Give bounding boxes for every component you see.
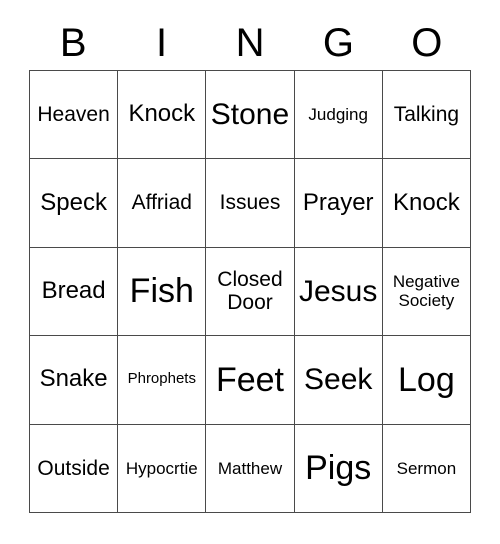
header-letter-o: O bbox=[411, 21, 443, 65]
bingo-cell[interactable]: Heaven bbox=[30, 71, 119, 160]
bingo-cell[interactable]: Matthew bbox=[206, 424, 295, 513]
header-letter-n: N bbox=[235, 21, 265, 65]
bingo-cell[interactable]: Bread bbox=[30, 247, 119, 337]
bingo-cell[interactable]: Issues bbox=[206, 159, 295, 248]
bingo-cell[interactable]: Speck bbox=[30, 159, 119, 248]
header-letter-i: I bbox=[156, 21, 168, 65]
bingo-cell[interactable]: Knock bbox=[382, 159, 471, 248]
bingo-cell[interactable]: Phrophets bbox=[118, 336, 207, 425]
bingo-cell[interactable]: Feet bbox=[206, 336, 295, 425]
bingo-header: B I N G O bbox=[29, 16, 471, 70]
bingo-cell[interactable]: Judging bbox=[294, 71, 383, 160]
bingo-cell[interactable]: Log bbox=[382, 336, 471, 425]
header-letter-b: B bbox=[59, 21, 87, 65]
bingo-cell[interactable]: Sermon bbox=[382, 424, 471, 513]
bingo-cell[interactable]: Affriad bbox=[118, 159, 207, 248]
bingo-cell[interactable]: Snake bbox=[30, 336, 119, 425]
bingo-card: B I N G O Heaven Knock Stone Judging Talking… bbox=[0, 0, 500, 544]
bingo-cell[interactable]: Closed Door bbox=[206, 247, 295, 337]
bingo-cell[interactable]: Pigs bbox=[294, 424, 383, 513]
bingo-cell[interactable]: Negative Society bbox=[382, 247, 471, 337]
bingo-cell[interactable]: Jesus bbox=[294, 247, 383, 337]
bingo-cell[interactable]: Stone bbox=[206, 71, 295, 160]
bingo-cell[interactable]: Hypocrtie bbox=[118, 424, 207, 513]
header-letter-g: G bbox=[322, 21, 354, 65]
bingo-grid: Heaven Knock Stone Judging Talking Speck Affri… bbox=[29, 70, 471, 513]
bingo-cell[interactable]: Knock bbox=[118, 71, 207, 160]
bingo-cell[interactable]: Prayer bbox=[294, 159, 383, 248]
bingo-cell[interactable]: Outside bbox=[30, 424, 119, 513]
bingo-cell[interactable]: Talking bbox=[382, 71, 471, 160]
bingo-cell[interactable]: Seek bbox=[294, 336, 383, 425]
bingo-cell[interactable]: Fish bbox=[118, 247, 207, 337]
